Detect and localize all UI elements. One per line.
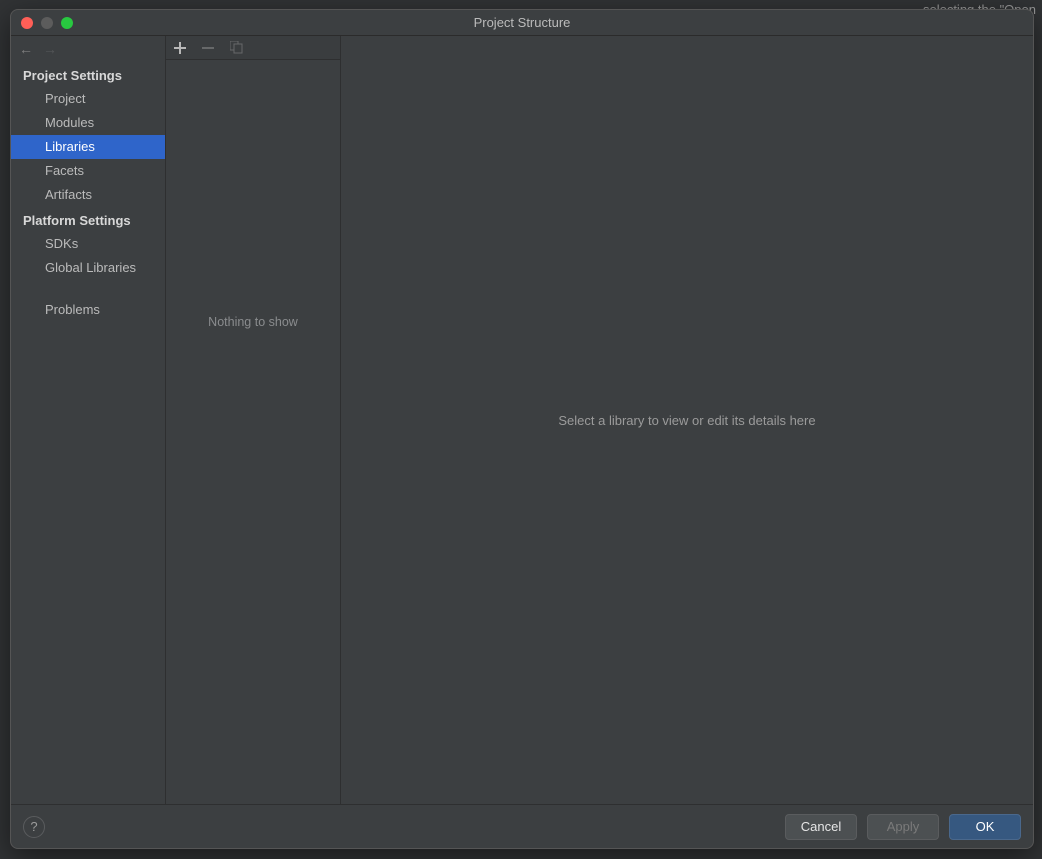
sidebar-history-nav: ← → — [11, 36, 165, 58]
titlebar[interactable]: Project Structure — [11, 10, 1033, 36]
sidebar-item-label: Artifacts — [45, 187, 92, 202]
sidebar-item-label: SDKs — [45, 236, 78, 251]
sidebar-item-sdks[interactable]: SDKs — [11, 232, 165, 256]
plus-icon — [174, 42, 186, 54]
maximize-window-button[interactable] — [61, 17, 73, 29]
sidebar-item-label: Problems — [45, 302, 100, 317]
library-list-empty-text: Nothing to show — [208, 315, 298, 329]
button-label: Cancel — [801, 819, 841, 834]
ok-button[interactable]: OK — [949, 814, 1021, 840]
library-detail-panel: Select a library to view or edit its det… — [341, 36, 1033, 804]
sidebar-item-problems[interactable]: Problems — [11, 298, 165, 322]
sidebar-item-label: Modules — [45, 115, 94, 130]
close-window-button[interactable] — [21, 17, 33, 29]
sidebar: ← → Project Settings Project Modules Lib… — [11, 36, 166, 804]
help-button[interactable]: ? — [23, 816, 45, 838]
window-controls — [21, 17, 73, 29]
dialog-footer: ? Cancel Apply OK — [11, 804, 1033, 848]
back-icon[interactable]: ← — [19, 41, 33, 57]
copy-icon — [230, 41, 243, 54]
library-detail-empty-text: Select a library to view or edit its det… — [558, 413, 815, 428]
sidebar-item-libraries[interactable]: Libraries — [11, 135, 165, 159]
sidebar-item-global-libraries[interactable]: Global Libraries — [11, 256, 165, 280]
sidebar-item-label: Libraries — [45, 139, 95, 154]
sidebar-item-modules[interactable]: Modules — [11, 111, 165, 135]
library-list-toolbar — [166, 36, 340, 60]
dialog-title: Project Structure — [474, 15, 571, 30]
forward-icon: → — [43, 41, 57, 57]
button-label: Apply — [887, 819, 920, 834]
sidebar-item-label: Global Libraries — [45, 260, 136, 275]
help-icon: ? — [30, 819, 37, 834]
sidebar-item-facets[interactable]: Facets — [11, 159, 165, 183]
copy-library-button — [228, 40, 244, 56]
sidebar-item-project[interactable]: Project — [11, 87, 165, 111]
sidebar-section-header-platform-settings: Platform Settings — [11, 207, 165, 232]
dialog-body: ← → Project Settings Project Modules Lib… — [11, 36, 1033, 804]
button-label: OK — [976, 819, 995, 834]
sidebar-section-header-project-settings: Project Settings — [11, 58, 165, 87]
remove-library-button — [200, 40, 216, 56]
library-list-panel: Nothing to show — [166, 36, 341, 804]
add-library-button[interactable] — [172, 40, 188, 56]
apply-button: Apply — [867, 814, 939, 840]
library-list-empty: Nothing to show — [166, 60, 340, 804]
project-structure-dialog: Project Structure ← → Project Settings P… — [10, 9, 1034, 849]
minimize-window-button[interactable] — [41, 17, 53, 29]
cancel-button[interactable]: Cancel — [785, 814, 857, 840]
minus-icon — [202, 42, 214, 54]
sidebar-item-label: Project — [45, 91, 85, 106]
sidebar-item-label: Facets — [45, 163, 84, 178]
sidebar-item-artifacts[interactable]: Artifacts — [11, 183, 165, 207]
